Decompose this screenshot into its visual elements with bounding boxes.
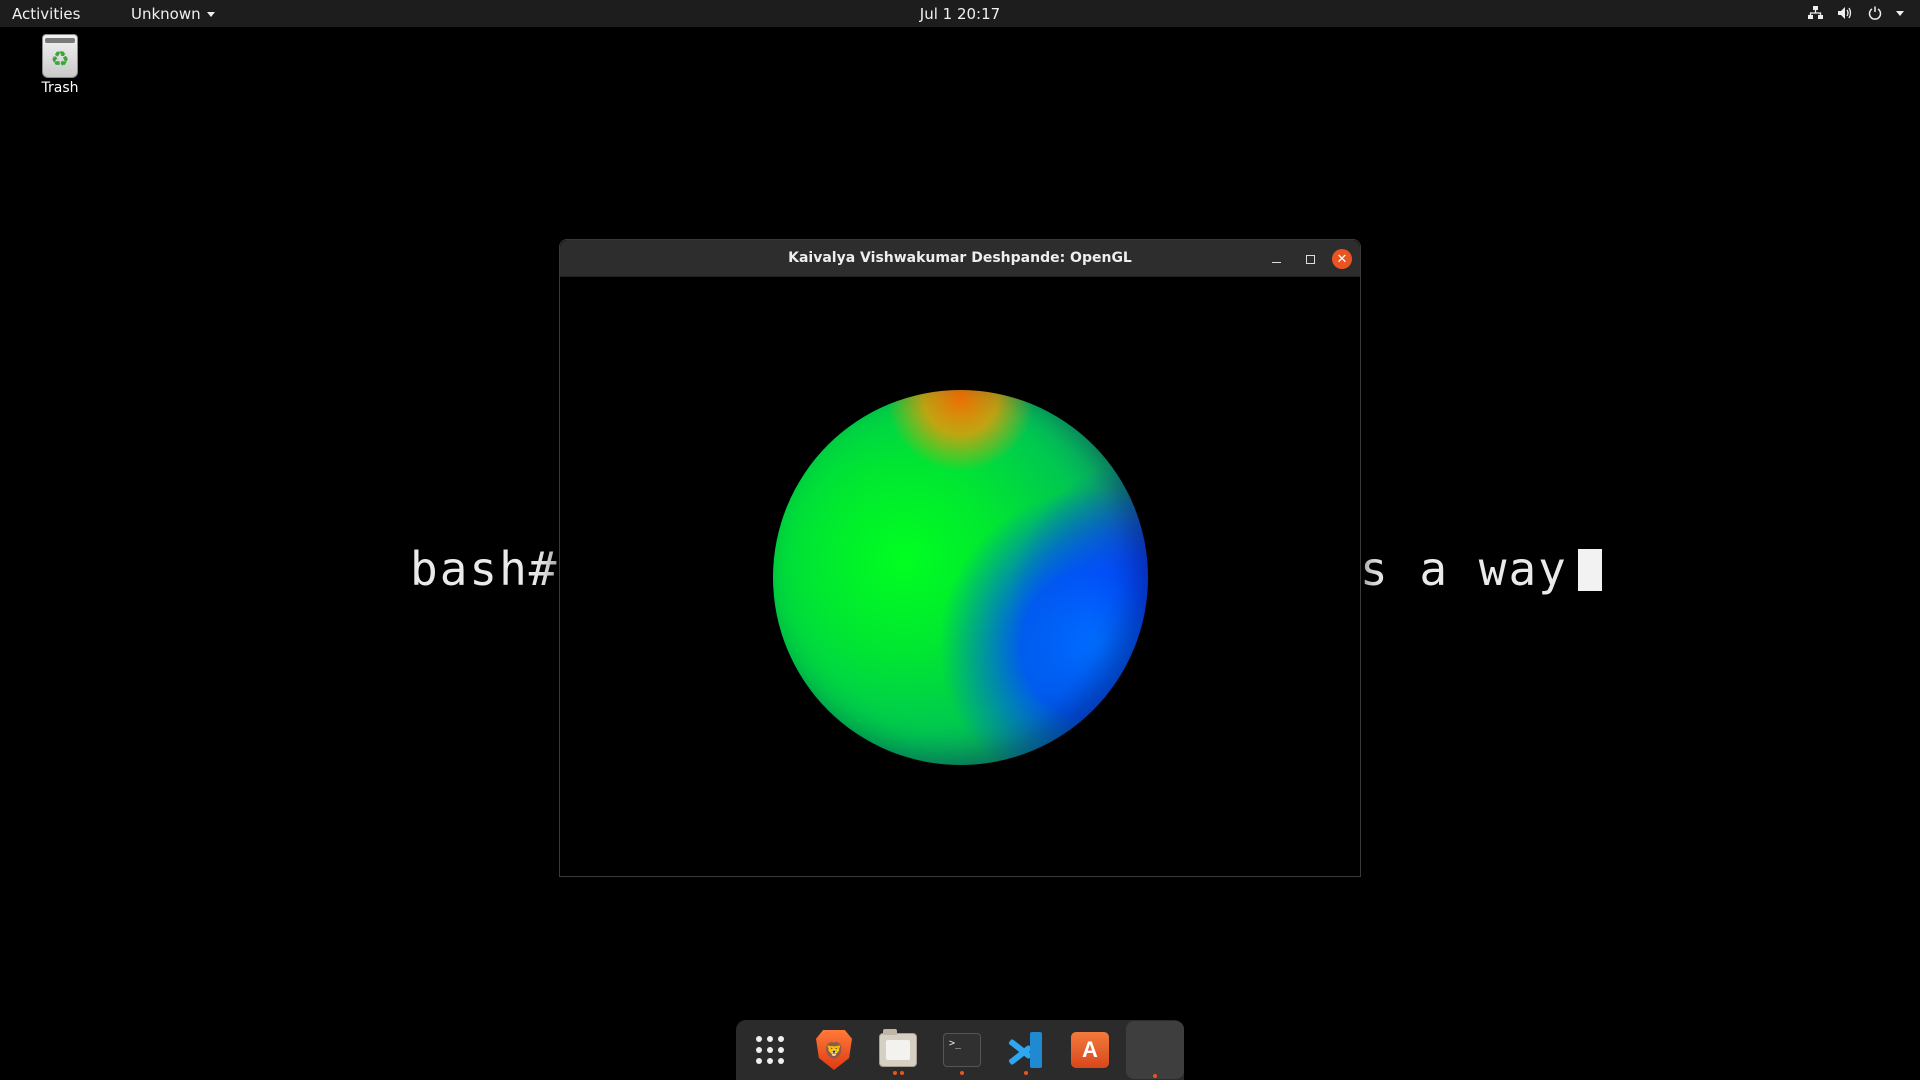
terminal-icon: >_ <box>943 1033 981 1067</box>
minimize-icon <box>1271 261 1281 263</box>
volume-icon[interactable] <box>1836 4 1854 22</box>
clock-container: Jul 1 20:17 <box>0 5 1920 23</box>
network-icon[interactable] <box>1806 4 1824 22</box>
dock: 🦁 >_ A <box>736 1020 1184 1080</box>
dock-item-brave-browser[interactable]: 🦁 <box>810 1024 858 1076</box>
minimize-button[interactable] <box>1264 248 1288 270</box>
blank-app-icon <box>1137 1032 1173 1068</box>
folder-icon <box>879 1029 917 1067</box>
running-indicator <box>874 1071 922 1075</box>
top-bar: Activities Unknown Jul 1 20:17 <box>0 0 1920 27</box>
running-indicator <box>938 1071 986 1075</box>
terminal-cursor <box>1577 549 1602 591</box>
desktop-icon-trash[interactable]: ♻ Trash <box>30 34 90 96</box>
window-titlebar[interactable]: Kaivalya Vishwakumar Deshpande: OpenGL ✕ <box>560 240 1360 277</box>
chevron-down-icon[interactable] <box>1896 10 1904 16</box>
running-indicator <box>1126 1074 1184 1078</box>
power-icon[interactable] <box>1866 4 1884 22</box>
terminal-output-text: s a way <box>1360 542 1602 596</box>
activities-button[interactable]: Activities <box>12 5 80 23</box>
brave-icon: 🦁 <box>816 1030 852 1070</box>
vscode-icon <box>1008 1032 1044 1068</box>
window-title: Kaivalya Vishwakumar Deshpande: OpenGL <box>788 250 1132 266</box>
running-indicator <box>1002 1071 1050 1075</box>
terminal-output-label: s a way <box>1360 542 1568 596</box>
window-controls: ✕ <box>1264 248 1352 270</box>
opengl-canvas[interactable] <box>560 277 1360 876</box>
app-store-icon: A <box>1071 1032 1109 1068</box>
app-grid-icon <box>756 1036 784 1064</box>
maximize-icon <box>1305 254 1315 264</box>
maximize-button[interactable] <box>1298 248 1322 270</box>
dock-item-opengl-app[interactable] <box>1126 1021 1184 1079</box>
terminal-prompt-text: bash# <box>410 542 559 596</box>
app-menu-label: Unknown <box>131 5 201 23</box>
trash-icon: ♻ <box>42 34 78 78</box>
rendered-sphere <box>773 390 1148 765</box>
system-tray[interactable] <box>1806 4 1904 22</box>
dock-item-terminal[interactable]: >_ <box>938 1024 986 1076</box>
dock-item-vscode[interactable] <box>1002 1024 1050 1076</box>
dock-item-software[interactable]: A <box>1066 1024 1114 1076</box>
dock-item-files[interactable] <box>874 1024 922 1076</box>
close-icon: ✕ <box>1336 251 1348 267</box>
clock[interactable]: Jul 1 20:17 <box>920 5 1000 23</box>
activities-label: Activities <box>12 5 81 23</box>
app-menu[interactable]: Unknown <box>131 5 215 23</box>
chevron-down-icon <box>206 11 215 17</box>
opengl-window[interactable]: Kaivalya Vishwakumar Deshpande: OpenGL ✕ <box>559 239 1361 877</box>
close-button[interactable]: ✕ <box>1332 249 1352 269</box>
dock-item-show-applications[interactable] <box>746 1024 794 1076</box>
desktop-icon-label: Trash <box>41 80 79 96</box>
